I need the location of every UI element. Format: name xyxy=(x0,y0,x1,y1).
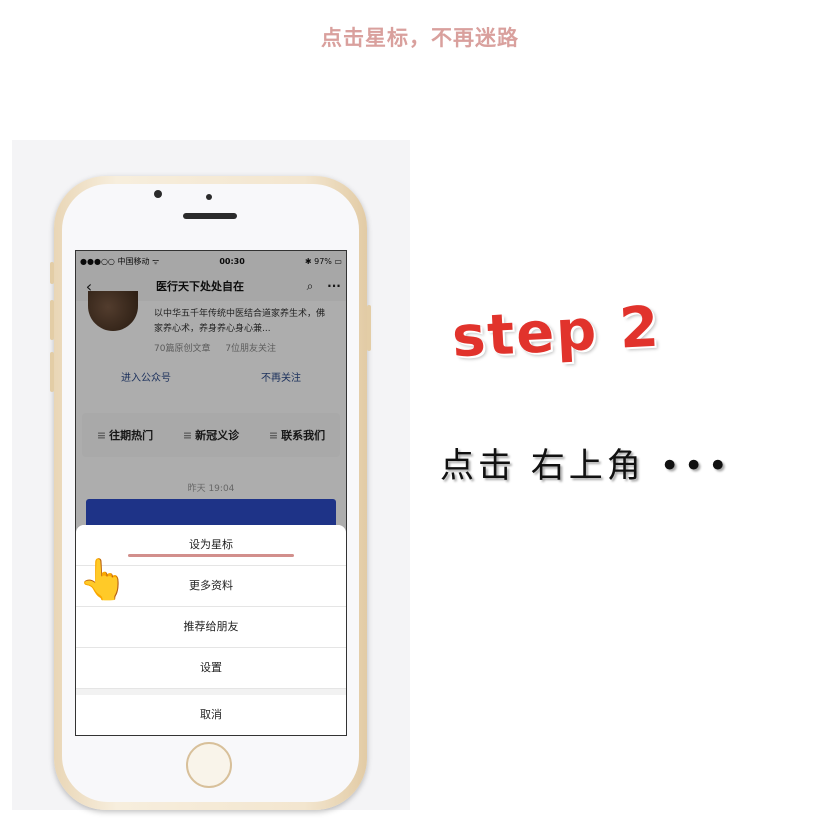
sensor xyxy=(206,194,212,200)
volume-down-button xyxy=(50,352,54,392)
highlight-underline xyxy=(128,554,294,557)
home-button[interactable] xyxy=(186,742,232,788)
mute-switch xyxy=(50,262,54,284)
front-camera xyxy=(154,190,162,198)
earpiece-speaker xyxy=(183,213,237,219)
settings-button[interactable]: 设置 xyxy=(76,648,346,689)
phone-screen: ●●●○○ 中国移动 ᯤ 00:30 ✱ 97% ▭ ‹ 医行天下处处自在 ⌕ … xyxy=(75,250,347,736)
pointing-finger-icon: 👆 xyxy=(78,557,128,603)
power-button xyxy=(367,305,371,351)
step-heading: step 2 xyxy=(450,294,663,371)
cancel-button[interactable]: 取消 xyxy=(76,695,346,735)
recommend-button[interactable]: 推荐给朋友 xyxy=(76,607,346,648)
step-instruction: 点击 右上角 ••• xyxy=(440,446,732,486)
volume-up-button xyxy=(50,300,54,340)
page-title: 点击星标，不再迷路 xyxy=(321,26,519,50)
